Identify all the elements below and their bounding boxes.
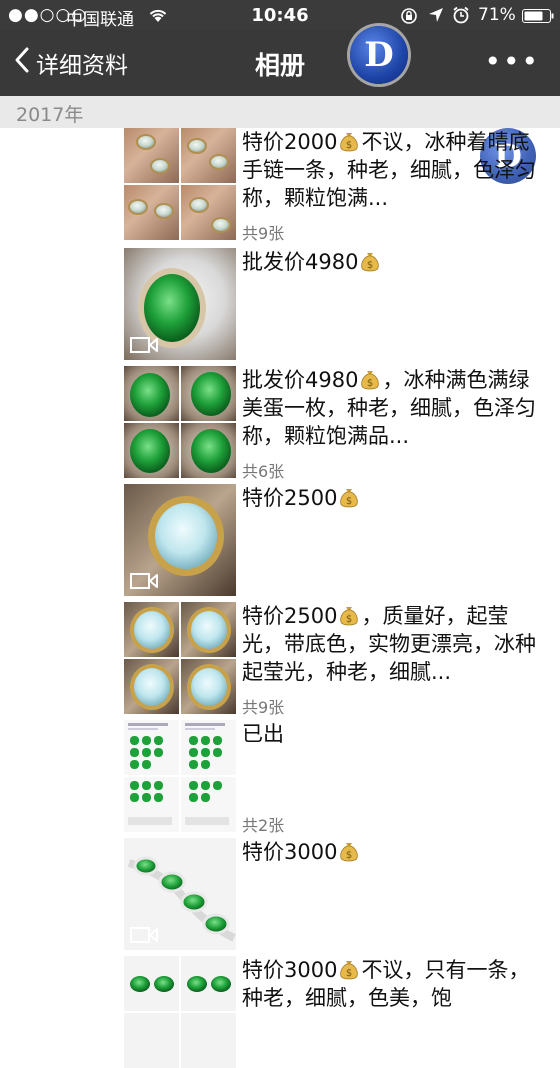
photo-thumbnail [181,366,236,421]
photo-thumbnail-grid[interactable] [124,720,236,832]
clock-time: 10:46 [251,5,309,26]
battery-icon [522,8,554,28]
photo-thumbnail [181,423,236,478]
money-bag-icon [339,487,359,509]
alarm-icon [452,6,470,29]
photo-thumbnail [124,366,179,421]
video-camera-icon [130,572,158,590]
photo-count: 共9张 [242,698,285,717]
status-bar: ●●○○○ 中国联通 10:46 71% [0,0,560,30]
video-camera-icon [130,926,158,944]
photo-thumbnail [181,1013,236,1068]
post-description: 批发价4980 [242,248,542,276]
photo-thumbnail [181,956,236,1011]
post-description: 批发价4980 ，冰种满色满绿美蛋一枚，种老，细腻，色泽匀称，颗粒饱满品... [242,368,536,448]
photo-thumbnail-grid[interactable] [124,128,236,240]
photo-thumbnail [124,128,179,183]
photo-thumbnail [124,423,179,478]
money-bag-icon [339,841,359,863]
battery-percent: 71% [478,5,516,25]
photo-thumbnail [124,659,179,714]
photo-count: 共9张 [242,224,285,243]
photo-thumbnail [124,602,179,657]
photo-thumbnail-grid[interactable] [124,602,236,714]
video-thumbnail[interactable] [124,248,236,360]
money-bag-icon [360,369,380,391]
post-description: 特价2500 [242,484,542,512]
photo-count: 共2张 [242,816,285,835]
photo-count: 共6张 [242,462,285,481]
watermark-logo: D [350,26,408,84]
post-description: 特价3000 [242,838,542,866]
photo-thumbnail [181,128,236,183]
photo-thumbnail [181,777,236,832]
year-label: 2017年 [16,104,84,126]
more-options-button[interactable]: ••• [484,48,540,76]
post-description: 特价2000 不议，冰种着晴底手链一条，种老，细腻，色泽匀称，颗粒饱满... [242,130,536,210]
post-description: 已出 [242,722,284,746]
rotation-lock-icon [400,7,418,30]
photo-thumbnail [181,659,236,714]
money-bag-icon [339,959,359,981]
post-description: 特价2500 ，质量好，起莹光，带底色，实物更漂亮，冰种起莹光，种老，细腻... [242,604,536,684]
photo-thumbnail [124,777,179,832]
photo-thumbnail-grid[interactable] [124,366,236,478]
money-bag-icon [339,131,359,153]
location-icon [428,7,444,28]
photo-thumbnail [181,602,236,657]
money-bag-icon [339,605,359,627]
photo-thumbnail [124,720,179,775]
video-thumbnail[interactable] [124,484,236,596]
photo-thumbnail [124,185,179,240]
photo-thumbnail-grid[interactable] [124,956,236,1068]
navigation-bar: 详细资料 相册 ••• [0,30,560,96]
photo-thumbnail [124,956,179,1011]
page-title: 相册 [254,51,305,80]
video-thumbnail[interactable] [124,838,236,950]
photo-thumbnail [181,720,236,775]
money-bag-icon [360,251,380,273]
post-description: 特价3000 不议，只有一条，种老，细腻，色美，饱 [242,958,530,1010]
photo-thumbnail [181,185,236,240]
photo-thumbnail [124,1013,179,1068]
video-camera-icon [130,336,158,354]
year-header: 2017年 [0,96,560,128]
